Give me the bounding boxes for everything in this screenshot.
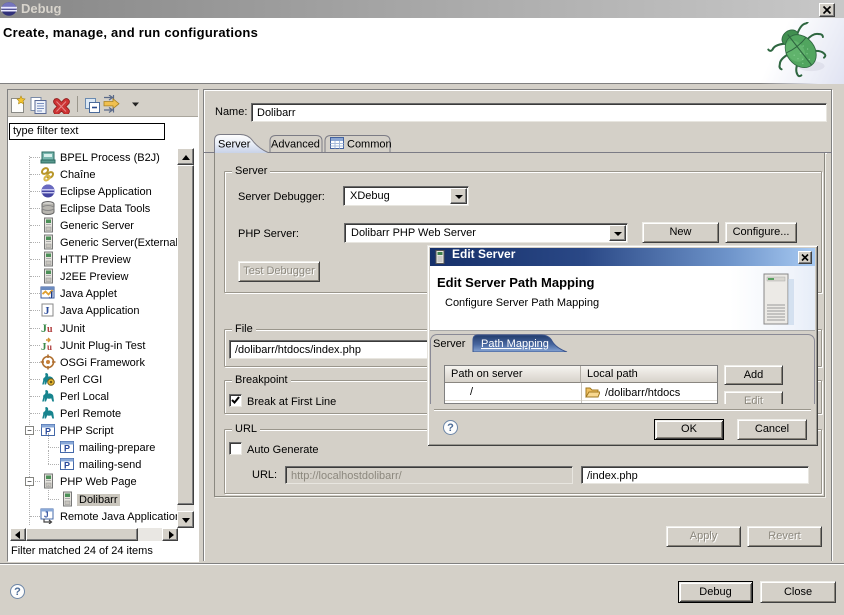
svg-text:Server: Server: [218, 139, 251, 151]
svg-text:J: J: [44, 305, 50, 317]
svg-text:Path Mapping: Path Mapping: [481, 338, 549, 350]
svg-text:Advanced: Advanced: [271, 139, 320, 151]
svg-text:Common: Common: [347, 139, 392, 151]
svg-text:u: u: [47, 324, 53, 335]
svg-text:u: u: [47, 342, 52, 352]
svg-text:J: J: [44, 510, 48, 519]
svg-text:J: J: [49, 291, 54, 302]
svg-text:P: P: [64, 444, 70, 454]
svg-text:P: P: [64, 461, 70, 471]
